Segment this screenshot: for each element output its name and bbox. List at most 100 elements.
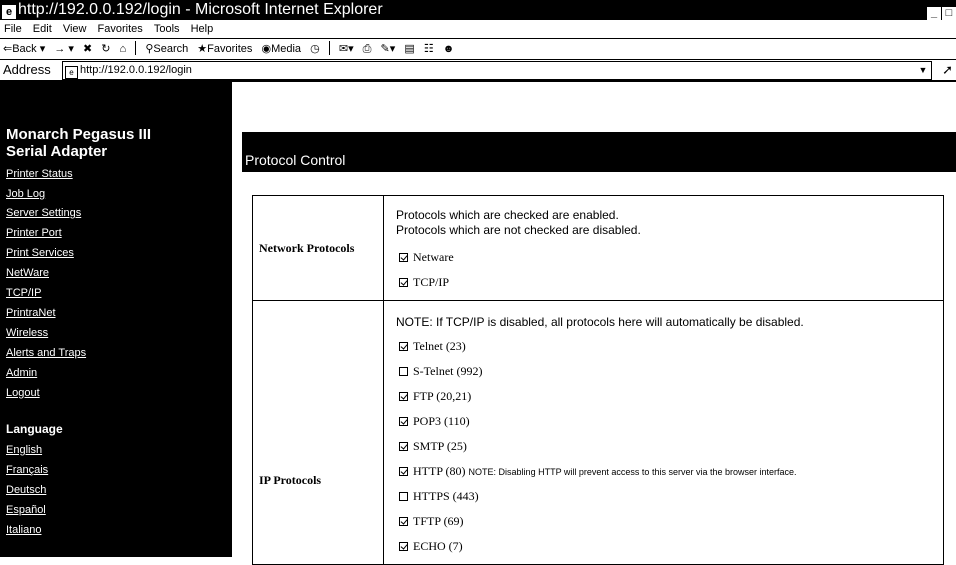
smtp-checkbox[interactable] [399, 442, 408, 451]
telnet-checkbox[interactable] [399, 342, 408, 351]
messenger-button[interactable]: ☻ [443, 39, 455, 59]
sidebar-link-printer-port[interactable]: Printer Port [6, 227, 62, 239]
network-protocols-label: Network Protocols [259, 241, 355, 255]
ie-logo-icon: e [2, 5, 16, 19]
netware-checkbox[interactable] [399, 253, 408, 262]
toolbar-separator [328, 41, 330, 55]
print-button[interactable]: ⎙ [363, 39, 372, 59]
stop-button[interactable]: ✖ [83, 39, 92, 59]
search-button[interactable]: ⚲Search [145, 39, 188, 59]
address-url: http://192.0.0.192/login [80, 64, 192, 76]
language-heading: Language [6, 422, 63, 436]
ip-item-pop3[interactable]: POP3 (110) [399, 414, 470, 429]
ip-item-ftp[interactable]: FTP (20,21) [399, 389, 471, 404]
address-dropdown-button[interactable]: ▼ [916, 62, 930, 79]
network-item-tcpip[interactable]: TCP/IP [399, 275, 449, 290]
menu-tools[interactable]: Tools [154, 23, 180, 35]
http-checkbox[interactable] [399, 467, 408, 476]
language-link-deutsch[interactable]: Deutsch [6, 484, 46, 496]
home-button[interactable]: ⌂ [120, 39, 127, 59]
forward-arrow-icon: → [54, 43, 66, 55]
tcpip-checkbox[interactable] [399, 278, 408, 287]
ip-note: NOTE: If TCP/IP is disabled, all protoco… [396, 315, 804, 329]
sidebar-title: Monarch Pegasus III Serial Adapter [6, 126, 152, 160]
window-title: http://192.0.0.192/login - Microsoft Int… [18, 1, 383, 18]
print-icon: ⎙ [362, 43, 372, 55]
mail-icon: ✉ [338, 43, 349, 55]
favorites-button[interactable]: ★Favorites [197, 39, 252, 59]
ip-item-telnet[interactable]: Telnet (23) [399, 339, 466, 354]
maximize-button[interactable]: □ [942, 7, 956, 20]
ip-item-smtp[interactable]: SMTP (25) [399, 439, 467, 454]
ip-item-s-telnet[interactable]: S-Telnet (992) [399, 364, 482, 379]
title-bar: e http://192.0.0.192/login - Microsoft In… [0, 0, 956, 20]
protocol-table: Network Protocols Protocols which are ch… [252, 195, 944, 565]
language-link-english[interactable]: English [6, 444, 42, 456]
back-arrow-icon: ⇐ [3, 43, 13, 55]
toolbar: ⇐Back ▾ → ▾ ✖ ↻ ⌂ ⚲Search ★Favorites ◉Me… [0, 39, 956, 60]
language-link-italiano[interactable]: Italiano [6, 524, 41, 536]
media-button[interactable]: ◉Media [261, 39, 301, 59]
history-icon: ◷ [310, 43, 320, 55]
column-divider [383, 196, 384, 564]
sidebar-link-wireless[interactable]: Wireless [6, 327, 48, 339]
sidebar-link-printranet[interactable]: PrintraNet [6, 307, 56, 319]
frame-divider[interactable] [230, 82, 232, 557]
ip-item-https[interactable]: HTTPS (443) [399, 489, 479, 504]
sidebar-link-alerts-and-traps[interactable]: Alerts and Traps [6, 347, 86, 359]
menu-favorites[interactable]: Favorites [98, 23, 143, 35]
back-button[interactable]: ⇐Back ▾ [3, 39, 45, 59]
pop3-checkbox[interactable] [399, 417, 408, 426]
messenger-icon: ☻ [442, 43, 455, 55]
stop-icon: ✖ [82, 43, 93, 55]
https-checkbox[interactable] [399, 492, 408, 501]
menu-bar: File Edit View Favorites Tools Help [0, 20, 956, 39]
sidebar-link-printer-status[interactable]: Printer Status [6, 168, 73, 180]
s-telnet-checkbox[interactable] [399, 367, 408, 376]
research-button[interactable]: ☷ [424, 39, 434, 59]
ip-item-tftp[interactable]: TFTP (69) [399, 514, 464, 529]
sidebar-link-logout[interactable]: Logout [6, 387, 40, 399]
language-link-francais[interactable]: Français [6, 464, 48, 476]
echo-checkbox[interactable] [399, 542, 408, 551]
media-icon: ◉ [261, 43, 272, 55]
page-icon: e [65, 66, 78, 79]
minimize-button[interactable]: _ [927, 7, 941, 20]
menu-edit[interactable]: Edit [33, 23, 52, 35]
menu-help[interactable]: Help [191, 23, 214, 35]
refresh-button[interactable]: ↻ [101, 39, 110, 59]
edit-icon: ✎ [380, 43, 390, 55]
toolbar-separator [135, 41, 137, 55]
sidebar-link-netware[interactable]: NetWare [6, 267, 49, 279]
address-input[interactable]: e http://192.0.0.192/login ▼ [62, 61, 932, 80]
ip-item-echo[interactable]: ECHO (7) [399, 539, 463, 554]
favorites-icon: ★ [197, 43, 208, 55]
address-bar: Address e http://192.0.0.192/login ▼ ➚ [0, 60, 956, 82]
sidebar-link-tcpip[interactable]: TCP/IP [6, 287, 41, 299]
menu-file[interactable]: File [4, 23, 22, 35]
sidebar-link-server-settings[interactable]: Server Settings [6, 207, 81, 219]
network-desc-1: Protocols which are checked are enabled. [396, 208, 619, 222]
refresh-icon: ↻ [101, 43, 111, 55]
ip-item-http[interactable]: HTTP (80) NOTE: Disabling HTTP will prev… [399, 464, 797, 479]
discuss-button[interactable]: ▤ [404, 39, 414, 59]
discuss-icon: ▤ [404, 43, 415, 55]
sidebar-link-job-log[interactable]: Job Log [6, 188, 45, 200]
research-icon: ☷ [423, 43, 434, 55]
go-icon[interactable]: ➚ [942, 60, 953, 80]
tftp-checkbox[interactable] [399, 517, 408, 526]
network-item-netware[interactable]: Netware [399, 250, 454, 265]
language-link-espanol[interactable]: Español [6, 504, 46, 516]
forward-button[interactable]: → ▾ [54, 39, 74, 59]
ftp-checkbox[interactable] [399, 392, 408, 401]
address-label: Address [3, 62, 51, 77]
ip-protocols-label: IP Protocols [259, 473, 322, 487]
home-icon: ⌂ [119, 43, 127, 55]
menu-view[interactable]: View [63, 23, 87, 35]
page-header: Protocol Control [242, 132, 956, 172]
mail-button[interactable]: ✉▾ [339, 39, 354, 59]
sidebar-link-admin[interactable]: Admin [6, 367, 37, 379]
history-button[interactable]: ◷ [310, 39, 320, 59]
sidebar-link-print-services[interactable]: Print Services [6, 247, 74, 259]
edit-button[interactable]: ✎▾ [381, 39, 396, 59]
